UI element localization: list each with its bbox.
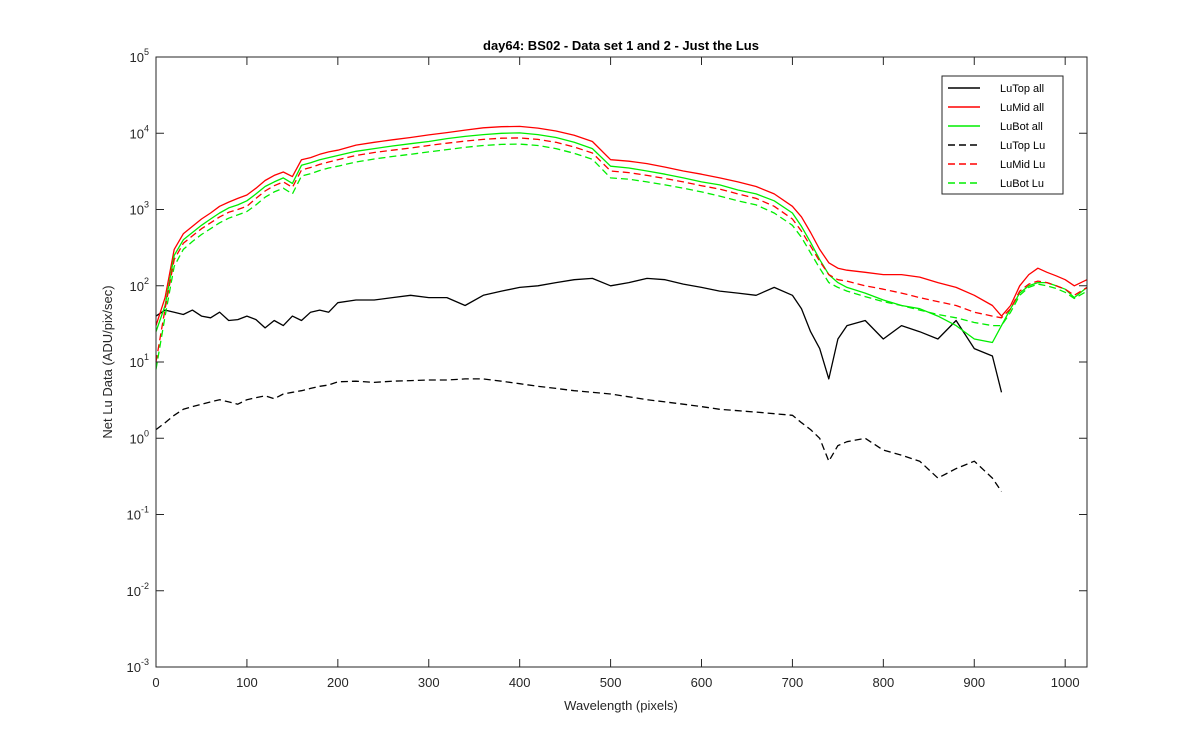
line-chart: day64: BS02 - Data set 1 and 2 - Just th… xyxy=(100,38,1088,713)
x-tick-label: 700 xyxy=(782,675,804,690)
x-tick-label: 200 xyxy=(327,675,349,690)
y-tick-label: 102 xyxy=(130,276,149,294)
legend-label-6: LuBot Lu xyxy=(1000,178,1044,190)
x-tick-label: 0 xyxy=(152,675,159,690)
y-tick-label: 104 xyxy=(130,123,149,141)
x-tick-label: 800 xyxy=(872,675,894,690)
x-tick-label: 900 xyxy=(963,675,985,690)
y-axis-label: Net Lu Data (ADU/pix/sec) xyxy=(100,285,115,438)
x-tick-label: 300 xyxy=(418,675,440,690)
x-tick-label: 100 xyxy=(236,675,258,690)
y-tick-label: 100 xyxy=(130,428,149,446)
x-tick-label: 400 xyxy=(509,675,531,690)
chart-title: day64: BS02 - Data set 1 and 2 - Just th… xyxy=(483,38,759,53)
legend: LuTop all LuMid all LuBot all LuTop Lu LuMid… xyxy=(941,75,1064,195)
y-tick-label: 10-3 xyxy=(127,657,149,675)
chart-root: day64: BS02 - Data set 1 and 2 - Just th… xyxy=(0,0,1200,750)
legend-label-4: LuTop Lu xyxy=(1000,140,1045,152)
y-tick-label: 10-2 xyxy=(127,581,149,599)
x-axis-label: Wavelength (pixels) xyxy=(564,698,678,713)
legend-label-3: LuBot all xyxy=(1000,121,1043,133)
legend-label-5: LuMid Lu xyxy=(1000,159,1045,171)
x-tick-label: 600 xyxy=(691,675,713,690)
legend-label-1: LuTop all xyxy=(1000,83,1044,95)
y-tick-label: 103 xyxy=(130,200,149,218)
x-tick-label: 1000 xyxy=(1051,675,1080,690)
y-tick-label: 101 xyxy=(130,352,149,370)
x-tick-label: 500 xyxy=(600,675,622,690)
legend-label-2: LuMid all xyxy=(1000,102,1044,114)
y-tick-label: 105 xyxy=(130,47,149,65)
y-tick-label: 10-1 xyxy=(127,505,149,523)
